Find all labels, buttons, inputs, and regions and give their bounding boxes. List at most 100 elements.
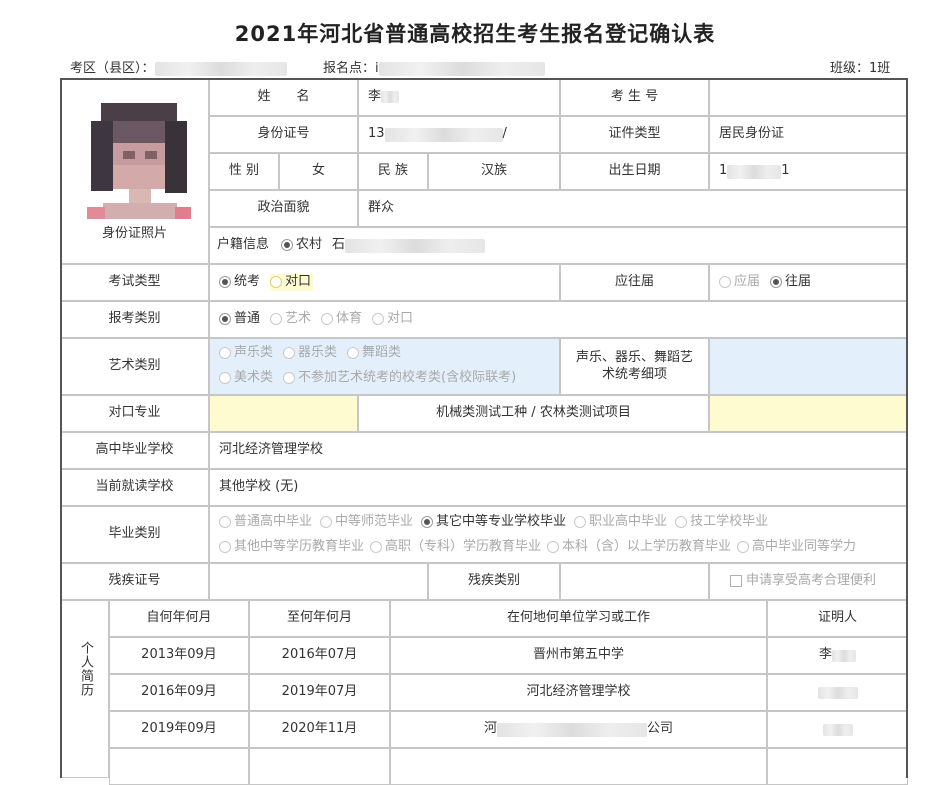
art-meishu-radio[interactable]: 美术类 — [219, 370, 273, 387]
redacted-exam-area — [154, 61, 287, 76]
redacted-huji — [345, 238, 486, 253]
art-shengyue-radio[interactable]: 声乐类 — [219, 345, 273, 362]
radio-icon — [372, 313, 385, 326]
disability-type-value — [560, 563, 709, 600]
huji-label: 户籍信息 — [217, 237, 270, 253]
grad-gaozhi-radio[interactable]: 高职（专科）学历教育毕业 — [370, 539, 541, 556]
cert-type-label: 证件类型 — [560, 116, 709, 153]
radio-icon — [347, 347, 360, 360]
grad-zhongzhuan-radio[interactable]: 其它中等专业学校毕业 — [421, 514, 566, 531]
exam-no-label: 考 生 号 — [560, 78, 709, 116]
ethnic-label: 民 族 — [358, 153, 428, 190]
graduation-options: 普通高中毕业 中等师范毕业 其它中等专业学校毕业 职业高中毕业 技工学校毕业 其… — [209, 506, 908, 563]
resume-row-place: 晋州市第五中学 — [390, 637, 767, 674]
art-detail-value — [709, 338, 908, 395]
disability-cert-label: 残疾证号 — [60, 563, 209, 600]
huji-rural-radio[interactable]: 农村 — [281, 237, 322, 254]
resume-row-from: 2016年09月 — [109, 674, 249, 711]
redacted-place — [497, 722, 647, 737]
radio-icon — [270, 313, 283, 326]
grad-shifan-radio[interactable]: 中等师范毕业 — [320, 514, 413, 531]
disability-cert-value — [209, 563, 428, 600]
current-school-label: 当前就读学校 — [60, 469, 209, 506]
resume-row-empty — [249, 748, 390, 785]
exam-no-value — [709, 78, 908, 116]
class-info: 班级：1班 — [830, 61, 891, 76]
disability-apply: 申请享受高考合理便利 — [709, 563, 908, 600]
id-label: 身份证号 — [209, 116, 358, 153]
apply-putong-radio[interactable]: 普通 — [219, 311, 260, 328]
radio-icon — [574, 516, 587, 529]
art-not-participate-radio[interactable]: 不参加艺术统考的校考类(含校际联考) — [283, 370, 516, 387]
grad-other-radio[interactable]: 其他中等学历教育毕业 — [219, 539, 364, 556]
resume-row-empty — [109, 748, 249, 785]
resume-header-from: 自何年何月 — [109, 600, 249, 637]
hs-school-label: 高中毕业学校 — [60, 432, 209, 469]
resume-row-witness — [767, 674, 908, 711]
graduation-label: 毕业类别 — [60, 506, 209, 563]
gender-value: 女 — [279, 153, 358, 190]
disability-apply-checkbox[interactable]: 申请享受高考合理便利 — [730, 573, 876, 590]
resume-row-witness: 李 — [767, 637, 908, 674]
exam-type-label: 考试类型 — [60, 264, 209, 301]
radio-icon — [547, 541, 560, 554]
redacted-name — [381, 91, 400, 103]
radio-icon — [737, 541, 750, 554]
grad-jigong-radio[interactable]: 技工学校毕业 — [675, 514, 768, 531]
art-category-options: 声乐类 器乐类 舞蹈类 美术类 不参加艺术统考的校考类(含校际联考) — [209, 338, 560, 395]
redacted-exam-point — [378, 61, 545, 76]
checkbox-icon — [730, 575, 742, 588]
exam-point-label: 报名点： — [323, 61, 376, 76]
radio-icon — [283, 372, 296, 385]
resume-header-witness: 证明人 — [767, 600, 908, 637]
yingwang-label: 应往届 — [560, 264, 709, 301]
grad-tongdeng-radio[interactable]: 高中毕业同等学力 — [737, 539, 856, 556]
resume-row-empty — [390, 748, 767, 785]
huji-row: 户籍信息 农村 石 — [209, 227, 908, 264]
apply-category-label: 报考类别 — [60, 301, 209, 338]
ethnic-value: 汉族 — [428, 153, 560, 190]
radio-checked-icon — [219, 313, 231, 326]
radio-icon — [270, 276, 283, 289]
radio-checked-icon — [219, 276, 231, 289]
art-detail-label: 声乐、器乐、舞蹈艺术统考细项 — [560, 338, 709, 395]
radio-icon — [219, 541, 231, 554]
apply-category-options: 普通 艺术 体育 对口 — [209, 301, 908, 338]
redacted-witness — [832, 649, 856, 662]
grad-zhigao-radio[interactable]: 职业高中毕业 — [574, 514, 667, 531]
grad-benke-radio[interactable]: 本科（含）以上学历教育毕业 — [547, 539, 731, 556]
hs-school-value: 河北经济管理学校 — [209, 432, 908, 469]
radio-checked-icon — [421, 516, 434, 529]
id-photo — [87, 103, 191, 223]
gender-label: 性 别 — [209, 153, 279, 190]
duikou-label: 对口专业 — [60, 395, 209, 432]
radio-icon — [370, 541, 383, 554]
radio-icon — [219, 372, 231, 385]
radio-icon — [320, 516, 333, 529]
yingwang-yingjie-radio[interactable]: 应届 — [719, 274, 760, 291]
art-wudao-radio[interactable]: 舞蹈类 — [347, 345, 401, 362]
huji-place: 石 — [332, 237, 346, 253]
exam-type-duikou-radio[interactable]: 对口 — [270, 274, 314, 291]
current-school-value: 其他学校 (无) — [209, 469, 908, 506]
name-value: 李 — [358, 78, 560, 116]
apply-yishu-radio[interactable]: 艺术 — [270, 311, 311, 328]
apply-tiyu-radio[interactable]: 体育 — [321, 311, 362, 328]
exam-point: 报名点：i — [323, 57, 545, 76]
yingwang-wangjie-radio[interactable]: 往届 — [770, 274, 811, 291]
redacted-witness — [822, 723, 853, 736]
yingwang-options: 应届 往届 — [709, 264, 908, 301]
redacted-id — [384, 127, 503, 142]
resume-header-place: 在何地何单位学习或工作 — [390, 600, 767, 637]
political-label: 政治面貌 — [209, 190, 358, 227]
duikou-value — [209, 395, 358, 432]
art-qiyue-radio[interactable]: 器乐类 — [283, 345, 337, 362]
exam-type-options: 统考 对口 — [209, 264, 560, 301]
exam-type-tongkao-radio[interactable]: 统考 — [219, 274, 260, 291]
political-value: 群众 — [358, 190, 908, 227]
apply-duikou-radio[interactable]: 对口 — [372, 311, 413, 328]
resume-row-to: 2016年07月 — [249, 637, 390, 674]
duikou-test-label: 机械类测试工种 / 农林类测试项目 — [358, 395, 709, 432]
resume-row-place: 河北经济管理学校 — [390, 674, 767, 711]
grad-putong-radio[interactable]: 普通高中毕业 — [219, 514, 312, 531]
